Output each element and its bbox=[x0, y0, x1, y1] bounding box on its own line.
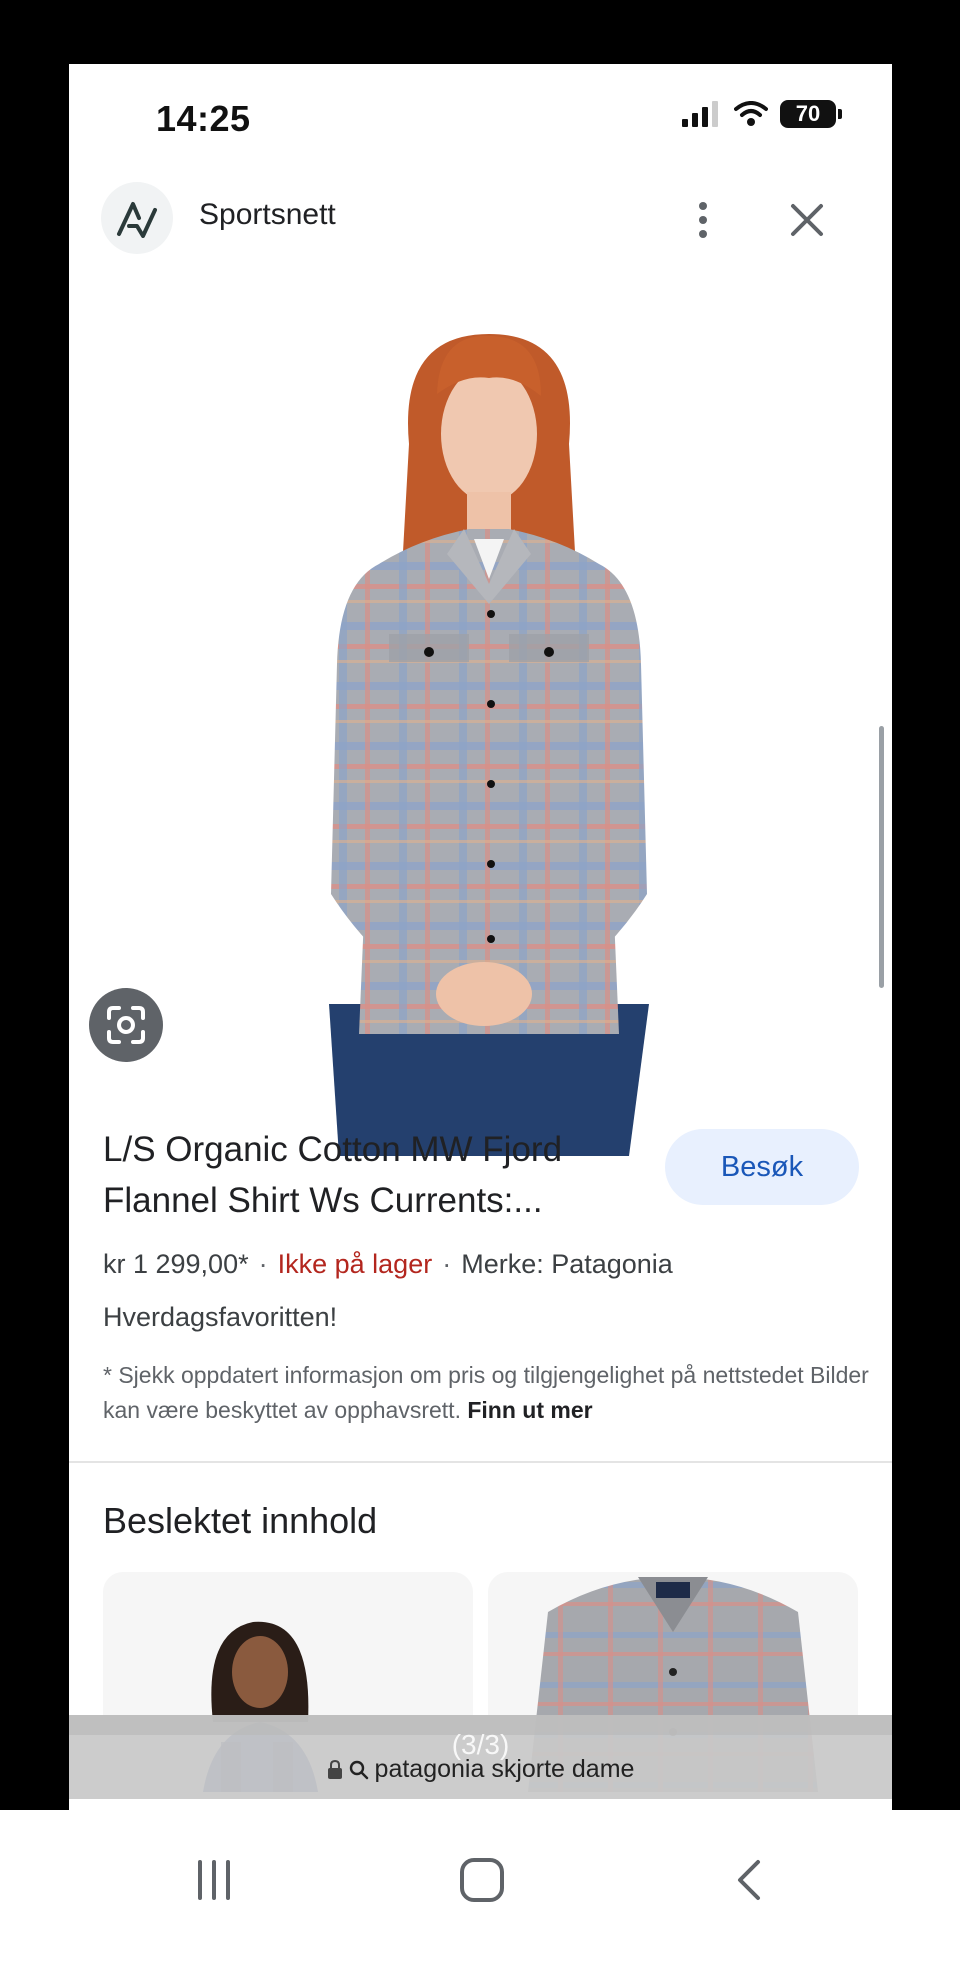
site-name[interactable]: Sportsnett bbox=[199, 198, 336, 232]
separator: · bbox=[258, 1249, 268, 1279]
status-time: 14:25 bbox=[156, 98, 251, 139]
url-bar[interactable]: (3/3) patagonia skjorte dame bbox=[69, 1715, 892, 1799]
signal-icon bbox=[682, 101, 718, 127]
more-options-button[interactable] bbox=[683, 192, 723, 248]
scrollbar-thumb[interactable] bbox=[879, 726, 884, 988]
dot bbox=[699, 216, 707, 224]
product-image[interactable] bbox=[269, 314, 709, 1156]
google-lens-button[interactable] bbox=[89, 988, 163, 1062]
status-icons: 70 bbox=[682, 100, 842, 128]
phone-screen: 14:25 70 Sportsnett L/S Organic Cotton M… bbox=[69, 64, 892, 1810]
home-button[interactable] bbox=[442, 1840, 522, 1920]
visit-button[interactable]: Besøk bbox=[665, 1129, 859, 1205]
separator: · bbox=[442, 1249, 452, 1279]
lens-icon bbox=[107, 1006, 145, 1044]
product-meta: kr 1 299,00* · Ikke på lager · Merke: Patago… bbox=[103, 1249, 673, 1280]
recent-apps-icon bbox=[198, 1860, 230, 1900]
battery-level: 70 bbox=[795, 101, 821, 126]
close-icon[interactable] bbox=[785, 198, 829, 242]
learn-more-link[interactable]: Finn ut mer bbox=[467, 1397, 592, 1423]
related-heading: Beslektet innhold bbox=[103, 1500, 378, 1541]
wifi-icon bbox=[734, 101, 768, 126]
battery-icon: 70 bbox=[780, 100, 842, 128]
site-logo[interactable] bbox=[101, 182, 173, 254]
dot bbox=[699, 202, 707, 210]
product-brand: Merke: Patagonia bbox=[461, 1249, 673, 1279]
product-subtitle: Hverdagsfavoritten! bbox=[103, 1302, 338, 1332]
navigation-bar bbox=[0, 1810, 960, 1973]
disclaimer: * Sjekk oppdatert informasjon om pris og… bbox=[103, 1358, 873, 1428]
recent-apps-button[interactable] bbox=[174, 1840, 254, 1920]
back-icon bbox=[738, 1860, 760, 1900]
product-price: kr 1 299,00* bbox=[103, 1249, 249, 1279]
home-icon bbox=[460, 1858, 504, 1902]
dot bbox=[699, 230, 707, 238]
lock-icon bbox=[327, 1759, 342, 1779]
search-query-bar[interactable]: patagonia skjorte dame bbox=[69, 1755, 892, 1784]
search-query: patagonia skjorte dame bbox=[374, 1755, 635, 1783]
stock-status: Ikke på lager bbox=[277, 1249, 433, 1279]
sportsnett-logo-icon bbox=[117, 202, 157, 238]
search-icon bbox=[349, 1760, 368, 1779]
back-button[interactable] bbox=[710, 1840, 790, 1920]
divider bbox=[69, 1461, 892, 1463]
product-title[interactable]: L/S Organic Cotton MW Fjord Flannel Shir… bbox=[103, 1124, 663, 1226]
